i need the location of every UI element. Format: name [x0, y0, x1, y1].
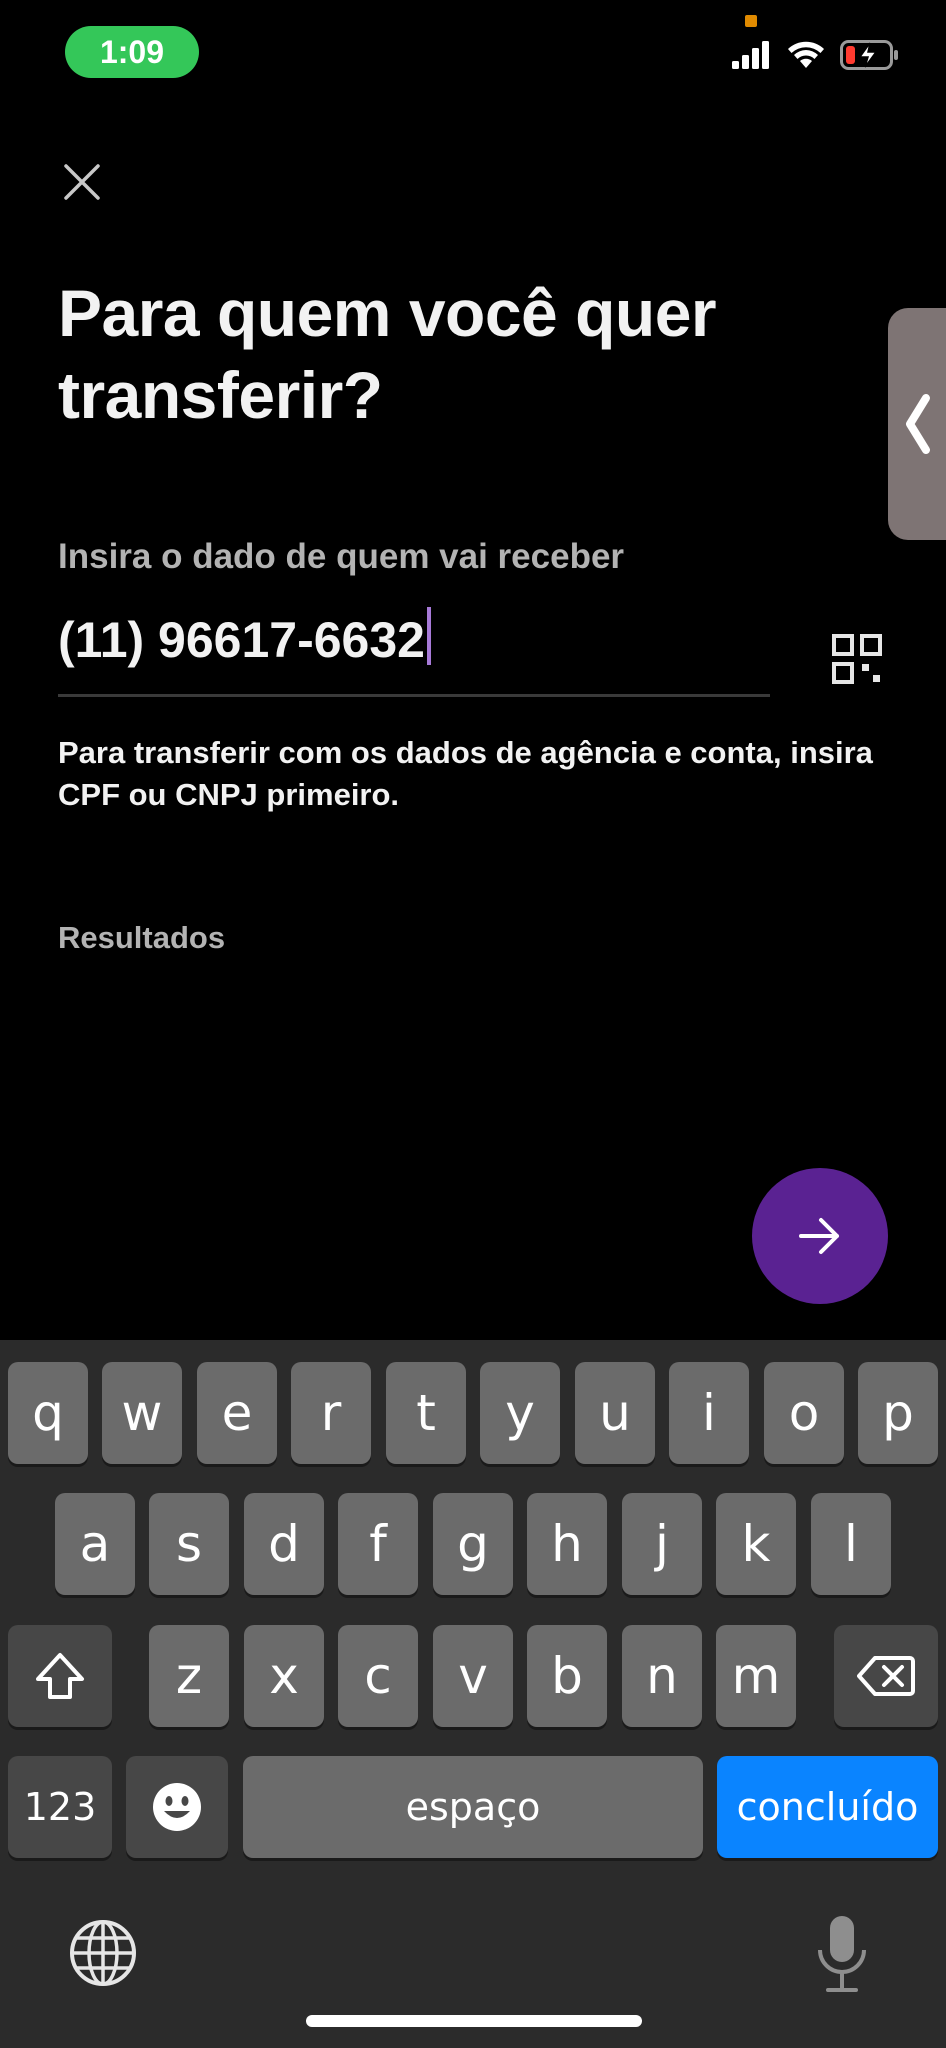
recipient-input[interactable]: (11) 96617-6632 — [58, 605, 770, 697]
key-n[interactable]: n — [622, 1625, 702, 1727]
globe-button[interactable] — [68, 1918, 138, 1988]
close-button[interactable] — [58, 158, 106, 206]
key-c[interactable]: c — [338, 1625, 418, 1727]
shift-icon — [36, 1653, 84, 1699]
arrow-right-icon — [799, 1218, 839, 1254]
key-i[interactable]: i — [669, 1362, 749, 1464]
key-r[interactable]: r — [291, 1362, 371, 1464]
backspace-icon — [857, 1656, 915, 1696]
dictation-button[interactable] — [814, 1912, 870, 1996]
qr-code-button[interactable] — [832, 634, 882, 684]
space-key[interactable]: espaço — [243, 1756, 703, 1858]
key-h[interactable]: h — [527, 1493, 607, 1595]
recipient-input-value[interactable]: (11) 96617-6632 — [58, 605, 425, 675]
results-heading: Resultados — [58, 920, 226, 955]
agency-account-hint: Para transferir com os dados de agência … — [58, 735, 873, 812]
key-f[interactable]: f — [338, 1493, 418, 1595]
chevron-left-icon — [906, 394, 930, 454]
key-x[interactable]: x — [244, 1625, 324, 1727]
key-u[interactable]: u — [575, 1362, 655, 1464]
key-l[interactable]: l — [811, 1493, 891, 1595]
page-title: Para quem você quer transferir? — [58, 276, 717, 432]
signal-icon — [732, 41, 769, 69]
key-q[interactable]: q — [8, 1362, 88, 1464]
globe-icon — [70, 1920, 136, 1986]
next-button[interactable] — [752, 1168, 888, 1304]
key-y[interactable]: y — [480, 1362, 560, 1464]
key-z[interactable]: z — [149, 1625, 229, 1727]
key-p[interactable]: p — [858, 1362, 938, 1464]
recipient-field-label: Insira o dado de quem vai receber — [58, 537, 625, 576]
qr-code-icon — [832, 634, 882, 684]
recording-indicator — [745, 15, 757, 27]
numbers-key[interactable]: 123 — [8, 1756, 112, 1858]
key-d[interactable]: d — [244, 1493, 324, 1595]
key-b[interactable]: b — [527, 1625, 607, 1727]
key-v[interactable]: v — [433, 1625, 513, 1727]
key-g[interactable]: g — [433, 1493, 513, 1595]
emoji-key[interactable] — [126, 1756, 228, 1858]
key-k[interactable]: k — [716, 1493, 796, 1595]
key-j[interactable]: j — [622, 1493, 702, 1595]
status-icons — [732, 40, 900, 70]
home-indicator[interactable] — [306, 2015, 642, 2027]
key-e[interactable]: e — [197, 1362, 277, 1464]
keyboard: q w e r t y u i o p a s d f g h j k l z … — [0, 1340, 946, 2048]
backspace-key[interactable] — [834, 1625, 938, 1727]
side-panel-handle[interactable] — [888, 308, 946, 540]
microphone-icon — [818, 1916, 866, 1992]
key-s[interactable]: s — [149, 1493, 229, 1595]
key-w[interactable]: w — [102, 1362, 182, 1464]
key-m[interactable]: m — [716, 1625, 796, 1727]
wifi-icon — [788, 41, 824, 68]
key-a[interactable]: a — [55, 1493, 135, 1595]
close-icon — [64, 164, 100, 200]
key-o[interactable]: o — [764, 1362, 844, 1464]
emoji-icon — [153, 1783, 201, 1831]
text-caret — [426, 607, 431, 665]
status-time: 1:09 — [65, 26, 199, 78]
done-key[interactable]: concluído — [717, 1756, 938, 1858]
key-t[interactable]: t — [386, 1362, 466, 1464]
battery-icon — [840, 40, 898, 70]
shift-key[interactable] — [8, 1625, 112, 1727]
